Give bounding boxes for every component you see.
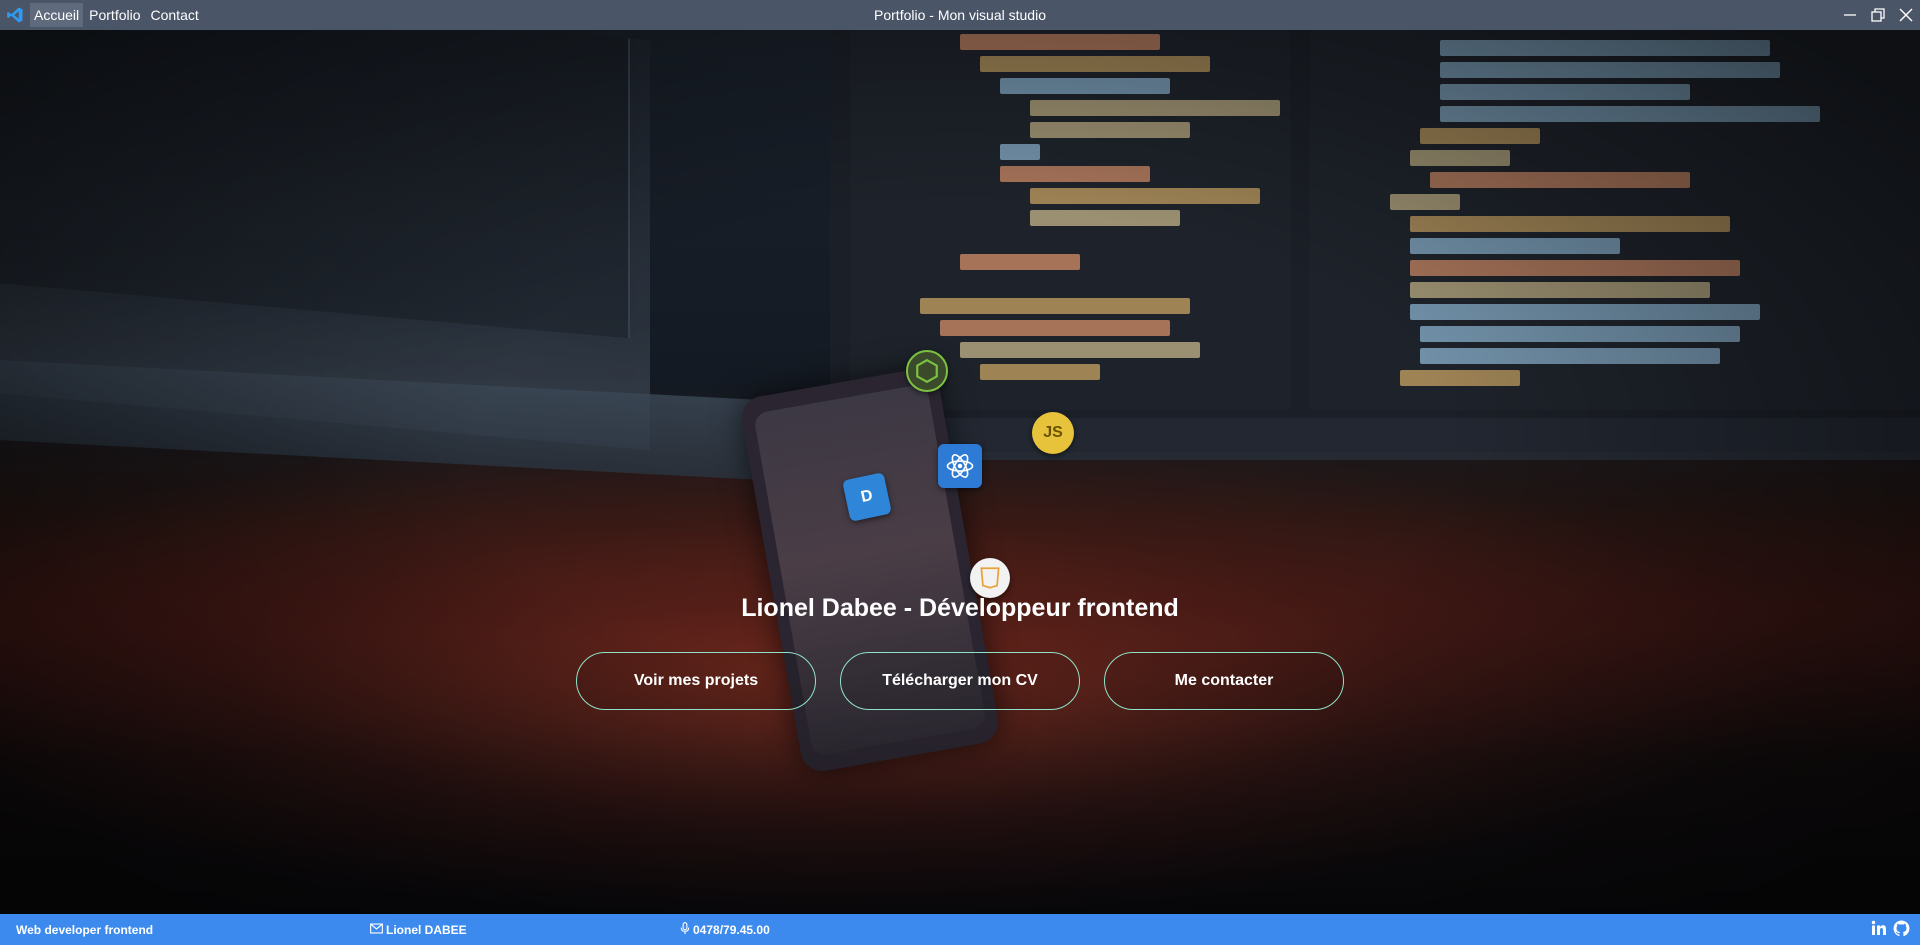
mail-icon [370, 922, 383, 937]
hero-section: JS D Lionel Dabee - Développeur frontend… [0, 30, 1920, 914]
status-bar: Web developer frontend Lionel DABEE 0478… [0, 914, 1920, 945]
github-icon[interactable] [1893, 920, 1910, 940]
typescript-icon: D [842, 472, 892, 522]
menu-item-accueil[interactable]: Accueil [30, 3, 84, 27]
minimize-icon[interactable] [1836, 0, 1864, 30]
download-cv-button[interactable]: Télécharger mon CV [840, 652, 1080, 710]
menu-item-portfolio[interactable]: Portfolio [85, 3, 144, 27]
hero-title: Lionel Dabee - Développeur frontend [741, 594, 1179, 622]
hero-buttons: Voir mes projets Télécharger mon CV Me c… [0, 652, 1920, 710]
restore-icon[interactable] [1864, 0, 1892, 30]
window-controls [1836, 0, 1920, 30]
title-bar: Accueil Portfolio Contact Portfolio - Mo… [0, 0, 1920, 30]
nodejs-icon [906, 350, 948, 392]
footer-role-text: Web developer frontend [16, 922, 154, 937]
footer-name-text: Lionel DABEE [386, 922, 467, 937]
close-icon[interactable] [1892, 0, 1920, 30]
footer-phone[interactable]: 0478/79.45.00 [680, 914, 770, 945]
view-projects-button[interactable]: Voir mes projets [576, 652, 816, 710]
top-menu: Accueil Portfolio Contact [30, 0, 205, 30]
footer-name[interactable]: Lionel DABEE [370, 914, 467, 945]
footer-role: Web developer frontend [16, 914, 153, 945]
js-icon: JS [1032, 412, 1074, 454]
contact-me-button[interactable]: Me contacter [1104, 652, 1344, 710]
react-icon [938, 444, 982, 488]
window-title: Portfolio - Mon visual studio [874, 7, 1046, 23]
vscode-logo-icon [0, 0, 30, 30]
microphone-icon [680, 921, 690, 938]
footer-phone-text: 0478/79.45.00 [693, 922, 770, 937]
linkedin-icon[interactable] [1871, 920, 1887, 939]
menu-item-contact[interactable]: Contact [147, 3, 203, 27]
social-links [1871, 914, 1910, 945]
